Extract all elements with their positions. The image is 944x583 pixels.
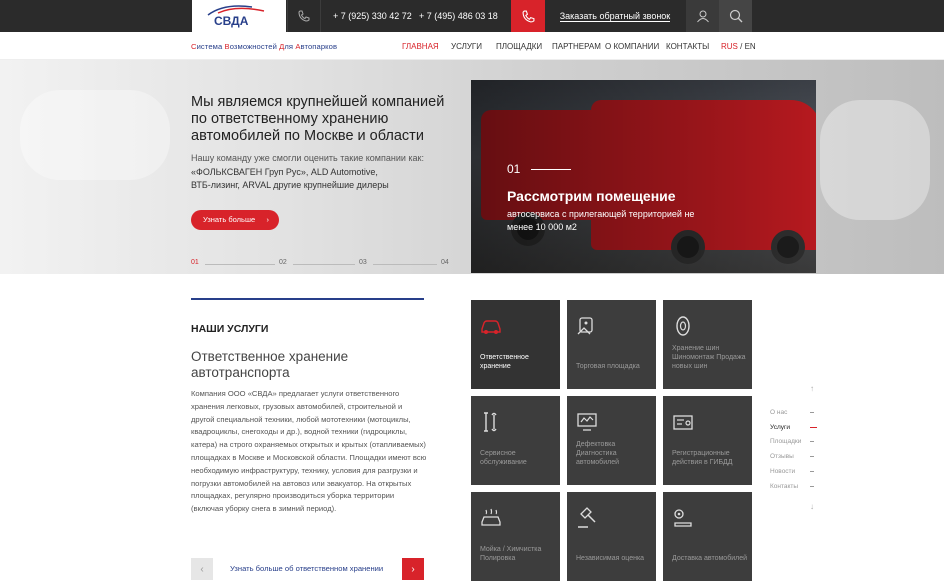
tile-marketplace[interactable]: Торговая площадка [567,300,656,389]
hero-bg-shape [820,100,930,220]
services-learn-more-link[interactable]: Узнать больше об ответственном хранении [230,564,383,573]
arrow-down-icon[interactable]: ↓ [810,502,814,511]
side-item-sites[interactable]: Площадки [770,438,801,445]
slide-subtitle: автосервиса с прилегающей территорией не… [507,209,695,232]
tile-label: Ответственное хранение [480,354,529,370]
lang-separator: / [740,42,743,51]
side-item-reviews[interactable]: Отзывы [770,453,794,460]
tile-diagnostics[interactable]: Дефектовка Диагностика автомобилей [567,396,656,485]
hero-bg-shape [20,90,170,180]
pager-line [373,264,437,265]
pager-item-3[interactable]: 03 [359,259,367,266]
services-next-button[interactable]: › [402,558,424,580]
nav-item-sites[interactable]: ПЛОЩАДКИ [496,42,542,51]
chevron-left-icon: ‹ [200,563,204,575]
delivery-icon [674,509,692,527]
phone-number-2[interactable]: + 7 (495) 486 03 18 [419,0,498,32]
lang-en[interactable]: EN [745,42,756,51]
hero-button-label: Узнать больше [203,215,256,224]
hero-subtitle: Нашу команду уже смогли оценить такие ко… [191,152,451,193]
language-switcher: RUS / EN [721,42,756,51]
side-dash [810,456,814,457]
slide-number: 01 [507,162,521,176]
services-prev-button[interactable]: ‹ [191,558,213,580]
tile-label: Дефектовка Диагностика автомобилей [576,441,619,466]
tire-icon [676,316,690,336]
hero-sub-line-3: ВТБ-лизинг, ARVAL другие крупнейшие диле… [191,180,389,190]
services-rule [191,298,424,300]
tile-wash[interactable]: Мойка / Химчистка Полировка [471,492,560,581]
logo[interactable]: СВДА [192,0,286,32]
tile-registration[interactable]: Регистрационные действия в ГИБДД [663,396,752,485]
slide-title: Рассмотрим помещение [507,188,676,204]
hero-sub-line-2: «ФОЛЬКСВАГЕН Груп Рус», ALD Automotive, [191,166,378,177]
pager-line [205,264,275,265]
search-icon[interactable] [719,0,752,32]
car-wash-icon [481,508,501,526]
tile-label: Торговая площадка [576,363,640,370]
tile-label: Независимая оценка [576,555,645,562]
phone-number-1[interactable]: + 7 (925) 330 42 72 [333,0,412,32]
tile-tires[interactable]: Хранение шин Шиномонтаж Продажа новых ши… [663,300,752,389]
tile-label: Доставка автомобилей [672,555,747,562]
nav-item-about[interactable]: О КОМПАНИИ [605,42,659,51]
tile-storage[interactable]: Ответственное хранение [471,300,560,389]
side-item-news[interactable]: Новости [770,468,795,475]
hero-section: Мы являемся крупнейшей компанией по отве… [0,60,944,274]
pager-item-2[interactable]: 02 [279,259,287,266]
top-bar: СВДА + 7 (925) 330 42 72 + 7 (495) 486 0… [0,0,944,32]
hero-slide[interactable]: 01 Рассмотрим помещение автосервиса с пр… [471,80,816,273]
services-title: Ответственное хранение автотранспорта [191,349,349,380]
tile-delivery[interactable]: Доставка автомобилей [663,492,752,581]
nav-item-services[interactable]: УСЛУГИ [451,42,482,51]
side-dash [810,412,814,413]
hero-title: Мы являемся крупнейшей компанией по отве… [191,94,445,144]
phone-icon [287,0,321,32]
services-heading: НАШИ УСЛУГИ [191,323,269,335]
services-text: Компания ООО «СВДА» предлагает услуги от… [191,389,427,514]
side-dash [810,471,814,472]
logo-mark: СВДА [207,5,265,28]
main-nav: Система Возможностей Для Автопарков ГЛАВ… [0,32,944,60]
diagnostics-icon [577,413,597,431]
callback-phone-icon[interactable] [511,0,545,32]
side-item-contacts[interactable]: Контакты [770,483,798,490]
hero-learn-more-button[interactable]: Узнать больше › [191,210,279,230]
car-icon [481,320,501,334]
callback-button[interactable]: Заказать обратный звонок [545,0,685,32]
pager-item-1[interactable]: 01 [191,259,199,266]
nav-item-partners[interactable]: ПАРТНЕРАМ [552,42,601,51]
tile-label: Мойка / Химчистка Полировка [480,546,542,562]
side-dash [810,441,814,442]
hero-sub-line-1: Нашу команду уже смогли оценить такие ко… [191,153,424,163]
pager-item-4[interactable]: 04 [441,259,449,266]
lang-ru[interactable]: RUS [721,42,738,51]
gavel-icon [578,507,596,528]
chevron-right-icon: › [411,563,415,575]
slider-pager: 01 02 03 04 [191,259,451,271]
tile-label: Регистрационные действия в ГИБДД [672,450,733,466]
logo-text: СВДА [214,14,249,28]
slide-overlay [471,80,816,273]
wrench-icon [484,412,497,432]
side-dash-active [810,427,817,428]
side-item-about[interactable]: О нас [770,409,787,416]
hand-tag-icon [577,317,593,335]
tile-service[interactable]: Сервисное обслуживание [471,396,560,485]
arrow-up-icon[interactable]: ↑ [810,384,814,393]
pager-line [293,264,355,265]
side-item-services[interactable]: Услуги [770,424,790,431]
nav-item-contacts[interactable]: КОНТАКТЫ [666,42,709,51]
tile-label: Сервисное обслуживание [480,450,527,466]
chevron-right-icon: › [266,215,270,224]
tile-label: Хранение шин Шиномонтаж Продажа новых ши… [672,345,746,370]
user-icon[interactable] [686,0,719,32]
tile-appraisal[interactable]: Независимая оценка [567,492,656,581]
nav-item-home[interactable]: ГЛАВНАЯ [402,42,439,51]
tagline: Система Возможностей Для Автопарков [191,42,338,51]
side-dash [810,486,814,487]
callback-label: Заказать обратный звонок [559,11,671,22]
registration-icon [673,415,693,430]
slide-divider [531,169,571,170]
